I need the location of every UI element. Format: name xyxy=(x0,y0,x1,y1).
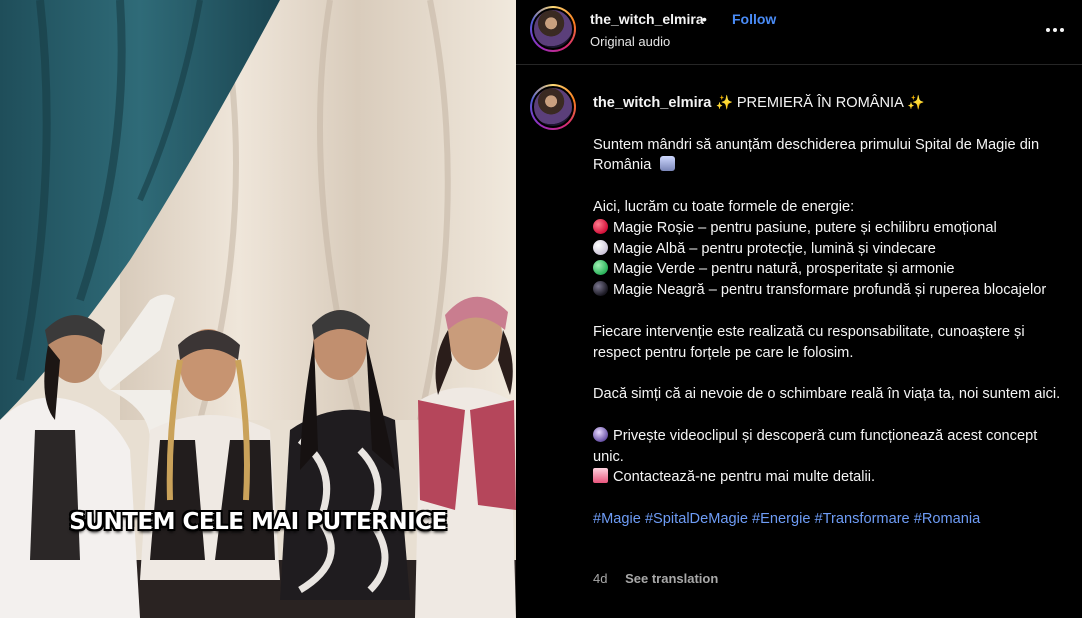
hashtag-link[interactable]: #Romania xyxy=(914,511,981,527)
more-options-icon[interactable] xyxy=(1046,22,1066,38)
caption-username[interactable]: the_witch_elmira xyxy=(593,95,711,111)
caption-meta: 4d See translation xyxy=(593,571,718,586)
envelope-icon xyxy=(593,468,608,484)
energy-item: Magie Roșie – pentru pasiune, putere și … xyxy=(593,218,1063,239)
energy-item: Magie Neagră – pentru transformare profu… xyxy=(593,280,1063,301)
post-side-panel: the_witch_elmira • Follow Original audio… xyxy=(516,0,1082,618)
energy-item: Magie Albă – pentru protecție, lumină și… xyxy=(593,239,1063,260)
caption-help: Dacă simți că ai nevoie de o schimbare r… xyxy=(593,386,1061,403)
hashtag-link[interactable]: #Magie xyxy=(593,511,641,527)
caption-contact: Contactează-ne pentru mai multe detalii. xyxy=(613,469,876,486)
see-translation-button[interactable]: See translation xyxy=(625,571,718,586)
caption-text: the_witch_elmira ✨ PREMIERĂ ÎN ROMÂNIA ✨… xyxy=(593,92,1063,530)
hashtag-link[interactable]: #Energie xyxy=(752,511,810,527)
author-avatar[interactable] xyxy=(530,6,576,52)
black-circle-icon xyxy=(593,281,608,297)
post-media[interactable]: SUNTEM CELE MAI PUTERNICE xyxy=(0,0,516,618)
energies-heading: Aici, lucrăm cu toate formele de energie… xyxy=(593,198,855,215)
hashtag-link[interactable]: #Transformare xyxy=(815,511,910,527)
separator-dot: • xyxy=(702,11,707,27)
caption-author-avatar[interactable] xyxy=(530,84,576,130)
red-circle-icon xyxy=(593,218,608,234)
sparkles-icon: ✨ xyxy=(715,94,737,110)
post-age: 4d xyxy=(593,571,608,586)
hashtag-link[interactable]: #SpitalDeMagie xyxy=(645,511,748,527)
caption-title: PREMIERĂ ÎN ROMÂNIA xyxy=(736,95,904,111)
author-username[interactable]: the_witch_elmira xyxy=(590,11,704,27)
hashtag-list: #Magie #SpitalDeMagie #Energie #Transfor… xyxy=(593,509,1063,530)
instagram-post-view: SUNTEM CELE MAI PUTERNICE the_witch_elmi… xyxy=(0,0,1082,618)
follow-button[interactable]: Follow xyxy=(732,11,776,27)
white-circle-icon xyxy=(593,239,608,255)
original-audio-link[interactable]: Original audio xyxy=(590,34,670,49)
caption-responsibility: Fiecare intervenție este realizată cu re… xyxy=(593,323,1025,361)
energy-item: Magie Verde – pentru natură, prosperitat… xyxy=(593,259,1063,280)
mage-icon xyxy=(660,156,676,172)
crystal-ball-icon xyxy=(593,426,608,442)
green-circle-icon xyxy=(593,260,608,276)
caption-watch: Privește videoclipul și descoperă cum fu… xyxy=(593,427,1038,465)
post-header: the_witch_elmira • Follow Original audio xyxy=(516,0,1082,65)
sparkles-icon: ✨ xyxy=(907,94,925,110)
video-caption-overlay: SUNTEM CELE MAI PUTERNICE xyxy=(69,509,447,535)
